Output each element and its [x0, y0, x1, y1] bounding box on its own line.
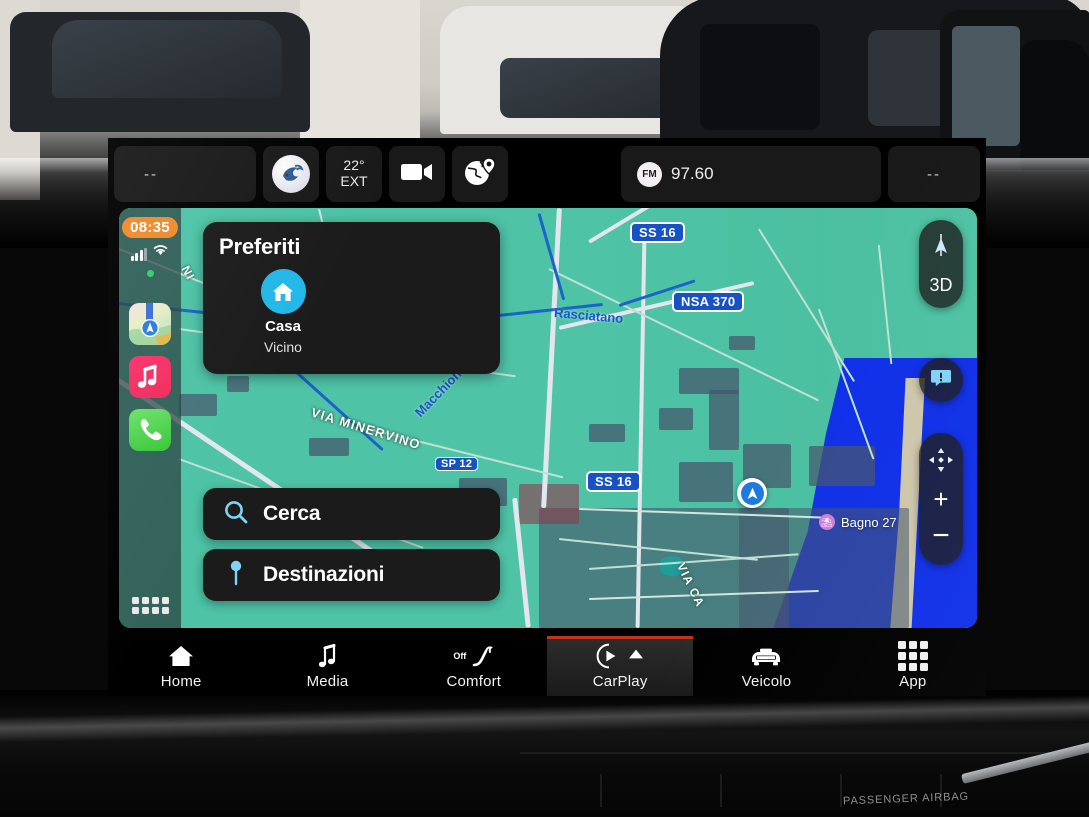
- wifi-icon: [152, 243, 169, 261]
- navigation-button[interactable]: [452, 146, 508, 202]
- poi-label: Bagno 27: [841, 514, 897, 530]
- nav-item-home[interactable]: Home: [108, 636, 254, 696]
- home-icon: [260, 269, 306, 314]
- status-right-placeholder[interactable]: --: [888, 146, 980, 202]
- grid-apps-icon: [897, 640, 928, 671]
- map-zoom-control[interactable]: + −: [919, 433, 963, 565]
- nav-item-comfort[interactable]: Off Comfort: [401, 636, 547, 696]
- globe-pin-icon: [463, 157, 497, 191]
- signal-bars-icon: [130, 248, 148, 261]
- app-grid-icon[interactable]: [131, 597, 169, 614]
- report-incident-icon: [930, 367, 952, 394]
- road-shield: SS 16: [586, 471, 641, 492]
- favorite-name: Casa: [265, 318, 301, 335]
- music-note-icon: [315, 643, 339, 669]
- nav-item-veicolo[interactable]: Veicolo: [693, 636, 839, 696]
- comfort-off-badge: Off: [453, 650, 467, 661]
- favorite-subtitle: Vicino: [264, 338, 302, 355]
- search-label: Cerca: [263, 502, 321, 525]
- clock-display: 08:35: [122, 217, 178, 238]
- search-icon: [223, 499, 249, 530]
- destinations-button[interactable]: Destinazioni: [203, 549, 500, 601]
- play-circle-icon: [596, 643, 644, 669]
- system-status-bar: -- 22° EXT FM 97.60 --: [108, 142, 986, 206]
- seat-heat-icon: Off: [453, 643, 494, 669]
- search-button[interactable]: Cerca: [203, 488, 500, 540]
- music-app-icon[interactable]: [129, 356, 171, 398]
- destinations-label: Destinazioni: [263, 563, 385, 586]
- compass-arrow-icon: [931, 233, 951, 262]
- carplay-sidebar: 08:35: [119, 208, 181, 628]
- expand-chevron-icon[interactable]: [628, 647, 644, 665]
- nav-item-app[interactable]: App: [840, 636, 986, 696]
- camera-icon: [400, 160, 434, 188]
- radio-frequency: 97.60: [671, 164, 714, 183]
- phone-app-icon[interactable]: [129, 409, 171, 451]
- beach-poi-icon: ⛱: [819, 514, 835, 530]
- status-left-placeholder[interactable]: --: [114, 146, 256, 202]
- fm-band-badge: FM: [637, 161, 662, 187]
- favorite-item-casa[interactable]: Casa Vicino: [237, 269, 329, 355]
- favorites-card: Preferiti Casa Vicino: [203, 222, 500, 374]
- temperature-unit-label: EXT: [340, 173, 368, 189]
- status-indicators: [130, 243, 170, 261]
- road-shield: SS 16: [630, 222, 685, 243]
- green-dot-indicator: [146, 270, 154, 277]
- nav-item-carplay[interactable]: CarPlay: [546, 636, 694, 696]
- exterior-temperature-tile[interactable]: 22° EXT: [326, 146, 382, 202]
- maps-app-icon[interactable]: [129, 303, 171, 345]
- infotainment-screen: -- 22° EXT FM 97.60 -- SS 16 NSA 370 SS …: [108, 138, 986, 696]
- report-incident-button[interactable]: [919, 358, 963, 402]
- car-icon: [749, 643, 783, 669]
- map-mode-label: 3D: [929, 274, 953, 295]
- zoom-out-button[interactable]: −: [932, 520, 950, 551]
- nav-label-app: App: [899, 672, 927, 690]
- road-shield: NSA 370: [672, 291, 745, 312]
- location-arrow-puck: [737, 478, 767, 508]
- temperature-value: 22°: [343, 157, 365, 174]
- nav-label-carplay: CarPlay: [592, 672, 648, 690]
- nav-item-media[interactable]: Media: [254, 636, 400, 696]
- nav-label-veicolo: Veicolo: [741, 672, 792, 690]
- sidebar-app-list: [129, 303, 171, 451]
- carplay-maps-panel: SS 16 NSA 370 SS 16 SP 12 VIA MINERVINO …: [119, 208, 977, 628]
- pan-arrows-icon[interactable]: [928, 447, 954, 478]
- nav-label-media: Media: [306, 672, 349, 690]
- favorites-title: Preferiti: [219, 234, 301, 259]
- map-pin-icon: [223, 559, 249, 592]
- location-arrow-icon: [740, 481, 764, 505]
- brand-logo-button[interactable]: [263, 146, 319, 202]
- home-icon: [168, 643, 194, 669]
- abarth-scorpion-icon: [272, 155, 310, 193]
- zoom-in-button[interactable]: +: [933, 486, 948, 512]
- bottom-navigation-bar: Home Media Off Comfort CarPlay Veicolo A…: [108, 636, 986, 696]
- nav-label-comfort: Comfort: [446, 672, 502, 690]
- nav-label-home: Home: [160, 672, 202, 690]
- camera-button[interactable]: [389, 146, 445, 202]
- road-shield: SP 12: [435, 457, 479, 471]
- map-poi[interactable]: ⛱ Bagno 27: [819, 514, 897, 530]
- compass-mode-control[interactable]: 3D: [919, 220, 963, 308]
- radio-status-tile[interactable]: FM 97.60: [621, 146, 881, 202]
